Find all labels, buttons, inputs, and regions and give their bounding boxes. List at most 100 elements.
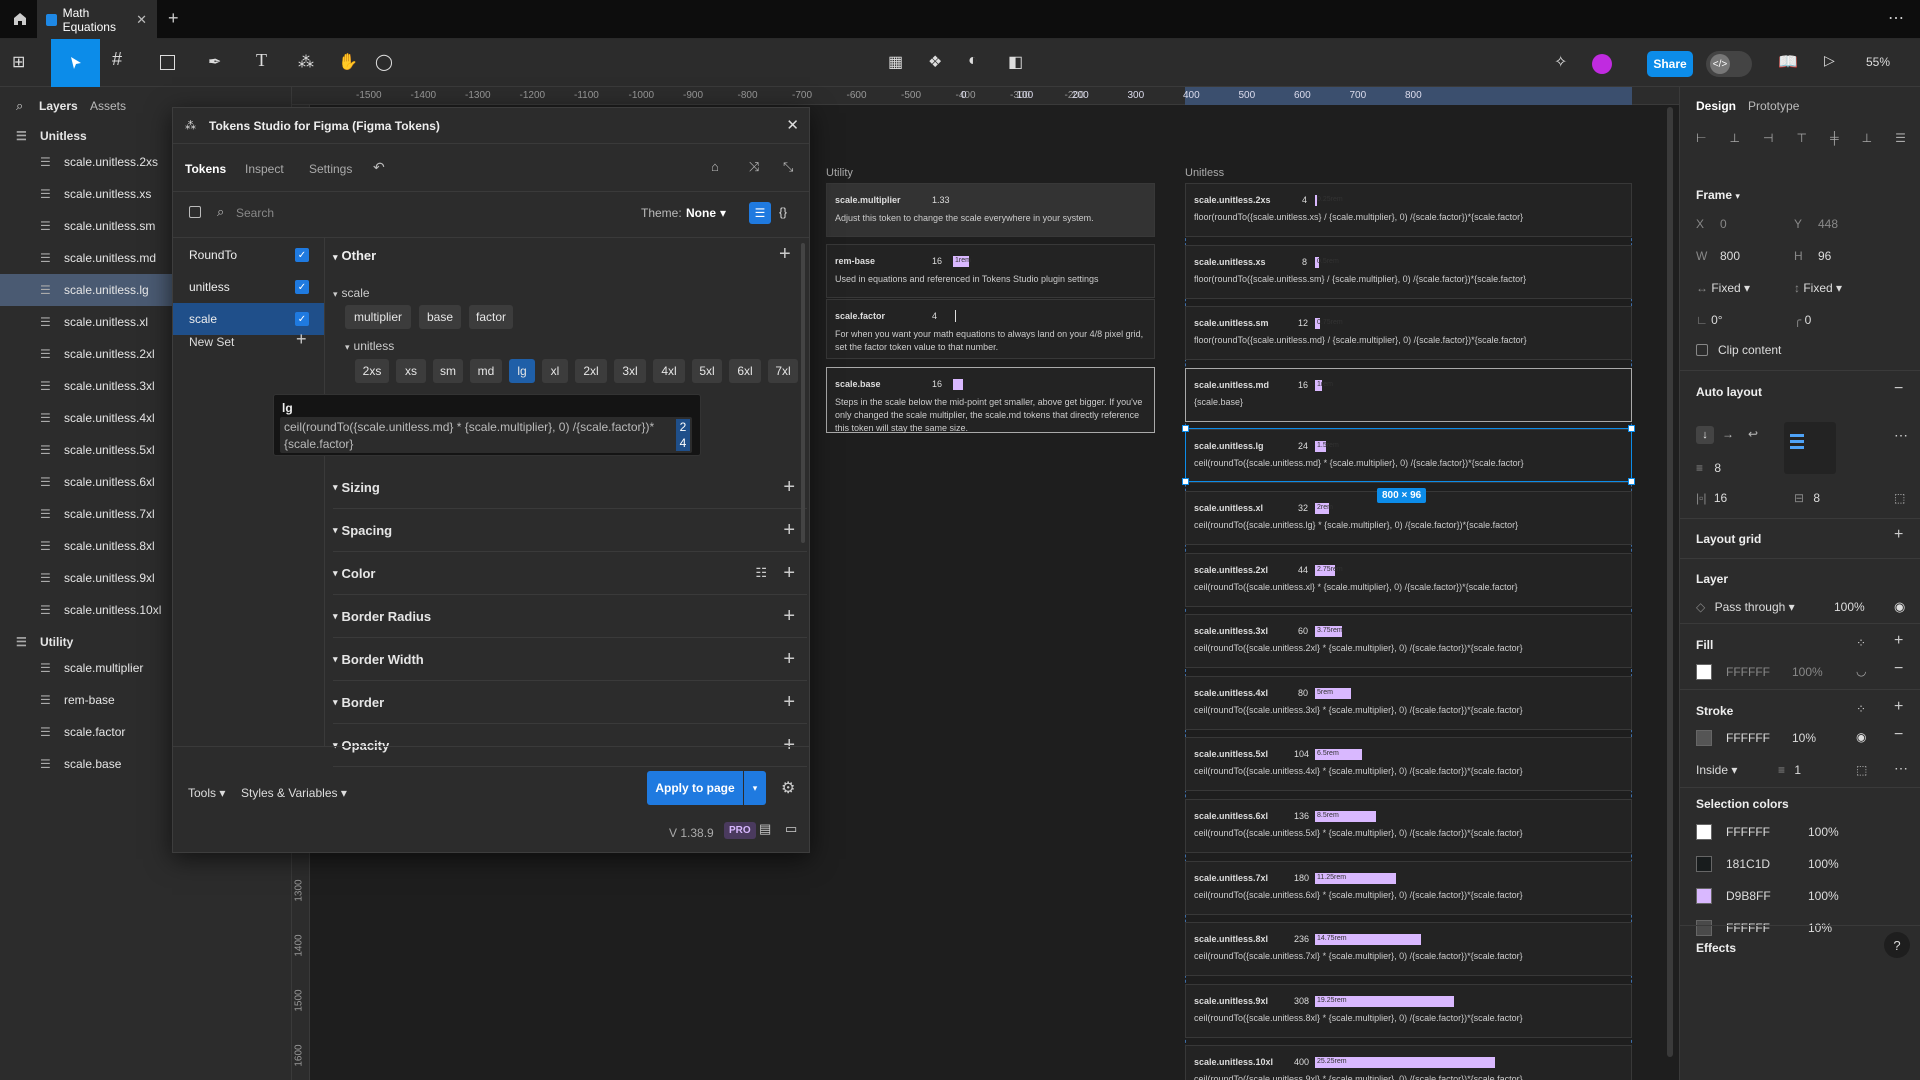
sync-icon[interactable]: ⌂ xyxy=(711,159,719,174)
section-border-radius[interactable]: ▾ Border Radius + xyxy=(333,595,807,638)
token-pill-2xl[interactable]: 2xl xyxy=(575,359,607,383)
selection-outline[interactable] xyxy=(1182,425,1635,485)
token-pill-factor[interactable]: factor xyxy=(469,305,513,329)
remove-fill-icon[interactable]: − xyxy=(1894,660,1903,678)
hand-tool-icon[interactable]: ✋ xyxy=(338,52,358,72)
new-tab-icon[interactable]: + xyxy=(168,8,179,29)
styles-variables-menu[interactable]: Styles & Variables ▾ xyxy=(241,786,347,800)
present-icon[interactable]: ▷ xyxy=(1824,52,1835,69)
grid-icon[interactable]: ▦ xyxy=(888,52,903,72)
token-pill-3xl[interactable]: 3xl xyxy=(614,359,646,383)
horizontal-padding-field[interactable]: |▫| 16 xyxy=(1696,491,1727,505)
align-center-h-icon[interactable]: ⊥ xyxy=(1730,131,1740,147)
shuffle-icon[interactable]: ⤨ xyxy=(749,159,759,175)
token-pill-5xl[interactable]: 5xl xyxy=(692,359,722,383)
home-icon[interactable] xyxy=(12,11,28,27)
align-top-icon[interactable]: ⊤ xyxy=(1797,131,1807,147)
avatar[interactable] xyxy=(1592,54,1612,74)
color-swatch[interactable] xyxy=(1696,888,1712,904)
token-pill-2xs[interactable]: 2xs xyxy=(355,359,389,383)
collapse-icon[interactable]: ⤡ xyxy=(783,159,793,175)
token-pill-multiplier[interactable]: multiplier xyxy=(345,305,411,329)
distribute-icon[interactable]: ☰ xyxy=(1895,131,1906,147)
gap-field[interactable]: ≡ 8 xyxy=(1696,461,1721,475)
add-token-icon[interactable]: + xyxy=(783,519,795,542)
unitless-token-card[interactable]: scale.unitless.9xl 308 19.25rem ceil(roundT… xyxy=(1185,983,1632,1038)
undo-icon[interactable]: ↶ xyxy=(373,159,385,176)
color-swatch[interactable] xyxy=(1696,824,1712,840)
stroke-hex[interactable]: FFFFFF xyxy=(1726,731,1770,745)
tab-settings[interactable]: Settings xyxy=(309,162,352,176)
color-opacity[interactable]: 10% xyxy=(1808,921,1832,935)
stroke-eye-icon[interactable]: ◉ xyxy=(1856,730,1866,744)
library-icon[interactable]: 📖 xyxy=(1778,52,1798,72)
stroke-sides-icon[interactable]: ⬚ xyxy=(1856,763,1867,777)
utility-token-card[interactable]: scale.multiplier 1.33 Adjust this token to… xyxy=(826,183,1155,237)
section-spacing[interactable]: ▾ Spacing + xyxy=(333,509,807,552)
add-token-icon[interactable]: + xyxy=(783,648,795,671)
rotation-field[interactable]: ∟ 0° xyxy=(1696,313,1723,327)
unitless-token-card[interactable]: scale.unitless.7xl 180 11.25rem ceil(roundT… xyxy=(1185,860,1632,915)
zoom-level[interactable]: 55% xyxy=(1866,55,1890,69)
add-token-icon[interactable]: + xyxy=(783,734,795,757)
close-tab-icon[interactable]: ✕ xyxy=(136,12,147,28)
stroke-more-icon[interactable]: ⋯ xyxy=(1894,760,1908,777)
section-color[interactable]: ▾ Color ☷ + xyxy=(333,552,807,595)
unitless-token-card[interactable]: scale.unitless.2xl 44 2.75rem ceil(roundTo(… xyxy=(1185,552,1632,607)
corner-radius-field[interactable]: ╭ 0 xyxy=(1794,313,1811,327)
ai-icon[interactable]: ✧ xyxy=(1554,52,1567,72)
tab-prototype[interactable]: Prototype xyxy=(1748,99,1799,113)
section-border[interactable]: ▾ Border + xyxy=(333,681,807,724)
align-bottom-icon[interactable]: ⊥ xyxy=(1862,131,1872,147)
unitless-token-card[interactable]: scale.unitless.10xl 400 25.25rem ceil(round… xyxy=(1185,1045,1632,1080)
contrast-icon[interactable]: ◐ xyxy=(968,52,978,70)
direction-horizontal-icon[interactable]: → xyxy=(1722,427,1734,441)
vertical-padding-field[interactable]: ⊟ 8 xyxy=(1794,491,1820,505)
align-right-icon[interactable]: ⊣ xyxy=(1763,131,1773,147)
resize-handle[interactable] xyxy=(1628,425,1635,432)
token-pill-7xl[interactable]: 7xl xyxy=(768,359,798,383)
token-set-checkbox[interactable]: ✓ xyxy=(295,248,309,262)
file-tab[interactable]: Math Equations ✕ xyxy=(37,0,157,39)
more-menu-icon[interactable]: ⋯ xyxy=(1888,8,1904,28)
token-set-checkbox[interactable]: ✓ xyxy=(295,280,309,294)
group-scale[interactable]: ▾ scale xyxy=(333,286,370,300)
color-hex[interactable]: FFFFFF xyxy=(1726,825,1770,839)
stroke-styles-icon[interactable]: ⁘ xyxy=(1856,702,1866,716)
unitless-token-card[interactable]: scale.unitless.8xl 236 14.75rem ceil(roundT… xyxy=(1185,922,1632,977)
list-view-button[interactable]: ☰ xyxy=(749,202,771,224)
unitless-token-card[interactable]: scale.unitless.xs 8 0.5rem floor(roundTo({s… xyxy=(1185,244,1632,299)
token-pill-base[interactable]: base xyxy=(419,305,461,329)
section-border-width[interactable]: ▾ Border Width + xyxy=(333,638,807,681)
direction-vertical-button[interactable]: ↓ xyxy=(1696,426,1714,444)
assets-tab[interactable]: Assets xyxy=(90,99,126,113)
search-icon[interactable]: ⌕ xyxy=(16,98,23,114)
frame-tool-icon[interactable]: # xyxy=(112,49,122,70)
dev-mode-toggle[interactable]: </> xyxy=(1706,51,1752,77)
stroke-opacity[interactable]: 10% xyxy=(1792,731,1816,745)
shape-tool-icon[interactable] xyxy=(160,55,175,70)
resize-handle[interactable] xyxy=(1182,425,1189,432)
tab-tokens[interactable]: Tokens xyxy=(185,162,226,176)
token-pill-sm[interactable]: sm xyxy=(433,359,463,383)
text-tool-icon[interactable]: T xyxy=(256,50,267,71)
color-opacity[interactable]: 100% xyxy=(1808,889,1839,903)
list-icon[interactable]: ☷ xyxy=(755,565,767,581)
boolean-icon[interactable]: ◧ xyxy=(1008,52,1023,72)
alignment-grid[interactable] xyxy=(1784,422,1836,474)
move-tool-button[interactable] xyxy=(51,39,100,87)
add-token-icon[interactable]: + xyxy=(783,476,795,499)
main-menu-icon[interactable]: ⊞ xyxy=(12,52,25,72)
section-other[interactable]: ▾ Other xyxy=(333,248,376,263)
clip-content-checkbox[interactable] xyxy=(1696,344,1708,356)
unitless-token-card[interactable]: scale.unitless.5xl 104 6.5rem ceil(roundTo(… xyxy=(1185,737,1632,792)
utility-token-card[interactable]: scale.base 16 Steps in the scale below the… xyxy=(826,367,1155,433)
add-stroke-icon[interactable]: + xyxy=(1894,698,1903,716)
unitless-token-card[interactable]: scale.unitless.3xl 60 3.75rem ceil(roundTo(… xyxy=(1185,614,1632,669)
width-field[interactable]: 800 xyxy=(1720,249,1740,263)
unitless-frame-label[interactable]: Unitless xyxy=(1185,167,1224,179)
height-mode-select[interactable]: ↕ Fixed ▾ xyxy=(1794,281,1842,295)
token-pill-xs[interactable]: xs xyxy=(396,359,426,383)
hidden-eye-icon[interactable]: ◡ xyxy=(1856,664,1866,678)
layer-opacity-field[interactable]: 100% xyxy=(1834,600,1865,614)
